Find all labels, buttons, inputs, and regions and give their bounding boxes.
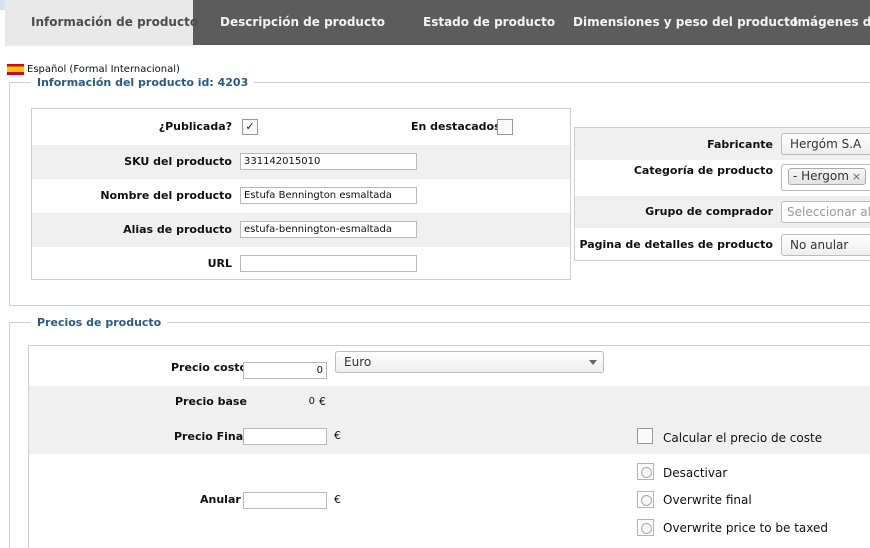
name-row: Nombre del producto Estufa Bennington es… <box>32 179 570 213</box>
buyer-group-select[interactable]: Seleccionar algu <box>781 201 870 223</box>
details-page-select[interactable]: No anular <box>781 234 870 256</box>
tab-product-status[interactable]: Estado de producto <box>423 0 555 45</box>
cost-price-input[interactable]: 0 <box>243 362 327 379</box>
alias-label: Alias de producto <box>123 223 232 236</box>
url-label: URL <box>207 257 232 270</box>
manufacturer-select[interactable]: Hergóm S.A <box>781 133 870 155</box>
final-price-input[interactable] <box>243 428 327 445</box>
override-final-label: Overwrite final <box>663 493 752 507</box>
category-tag-label: - Hergom <box>793 169 849 183</box>
base-price-label: Precio base <box>175 395 247 408</box>
buyer-group-label: Grupo de comprador <box>645 205 773 218</box>
language-label: Español (Formal Internacional) <box>27 64 180 75</box>
category-row: Categoría de producto - Hergom × <box>575 160 870 196</box>
override-final-radio[interactable] <box>637 491 654 508</box>
buyer-group-placeholder: Seleccionar algu <box>787 205 870 219</box>
override-taxed-radio[interactable] <box>637 519 654 536</box>
alias-input[interactable]: estufa-bennington-esmaltada <box>240 221 417 238</box>
category-label: Categoría de producto <box>633 164 773 177</box>
prices-legend: Precios de producto <box>31 316 168 329</box>
final-price-euro: € <box>334 429 341 442</box>
manufacturer-row: Fabricante Hergóm S.A <box>575 128 870 160</box>
url-input[interactable] <box>240 255 417 272</box>
base-price-value: 0 <box>308 396 315 407</box>
cost-price-row: Precio costo 0 Euro <box>29 346 870 386</box>
prices-panel: Precio costo 0 Euro Precio base 0 € Prec… <box>28 345 870 548</box>
base-price-row: Precio base 0 € <box>29 386 870 419</box>
product-name-label: Nombre del producto <box>100 189 232 202</box>
final-price-row: Precio Final € Calcular el precio de cos… <box>29 419 870 454</box>
buyer-group-row: Grupo de comprador Seleccionar algu <box>575 196 870 228</box>
base-price-euro: € <box>319 395 326 408</box>
product-info-panel: ¿Publicada? ✓ En destacados SKU del prod… <box>31 108 571 280</box>
tab-bar: Información de producto Descripción de p… <box>5 0 870 46</box>
manufacturer-label: Fabricante <box>707 138 773 151</box>
chevron-down-icon <box>589 360 597 365</box>
sku-label: SKU del producto <box>124 155 232 168</box>
override-row: Anular € Desactivar Overwrite final Over… <box>29 454 870 548</box>
override-disable-radio[interactable] <box>637 463 654 480</box>
spain-flag-icon <box>7 64 24 75</box>
details-page-value: No anular <box>790 238 849 252</box>
category-tag: - Hergom × <box>788 168 867 185</box>
product-side-panel: Fabricante Hergóm S.A Categoría de produ… <box>574 127 870 261</box>
calc-cost-label: Calcular el precio de coste <box>663 431 823 445</box>
published-row: ¿Publicada? ✓ En destacados <box>32 109 570 145</box>
tab-dimensions-weight[interactable]: Dimensiones y peso del producto <box>573 0 798 45</box>
product-info-legend: Información del producto id: 4203 <box>31 76 255 89</box>
alias-row: Alias de producto estufa-bennington-esma… <box>32 213 570 247</box>
override-input[interactable] <box>243 492 327 509</box>
featured-checkbox[interactable] <box>497 119 513 135</box>
tab-product-description[interactable]: Descripción de producto <box>220 0 385 45</box>
product-name-input[interactable]: Estufa Bennington esmaltada <box>240 187 417 204</box>
override-label: Anular <box>200 493 241 506</box>
language-indicator: Español (Formal Internacional) <box>7 64 180 75</box>
tab-images[interactable]: Imágenes de <box>793 0 870 45</box>
published-checkbox[interactable]: ✓ <box>242 119 258 135</box>
cost-price-label: Precio costo <box>171 361 248 374</box>
calc-cost-checkbox[interactable] <box>637 428 653 444</box>
details-page-row: Pagina de detalles de producto No anular <box>575 228 870 262</box>
override-euro: € <box>334 493 341 506</box>
override-disable-label: Desactivar <box>663 466 728 480</box>
url-row: URL <box>32 247 570 281</box>
sku-row: SKU del producto 331142015010 <box>32 145 570 179</box>
published-label: ¿Publicada? <box>158 120 232 133</box>
category-multiselect[interactable]: - Hergom × <box>781 164 870 191</box>
featured-label: En destacados <box>411 120 501 133</box>
override-taxed-label: Overwrite price to be taxed <box>663 521 828 535</box>
currency-select[interactable]: Euro <box>335 351 604 373</box>
manufacturer-value: Hergóm S.A <box>790 137 862 151</box>
sku-input[interactable]: 331142015010 <box>240 153 417 170</box>
currency-value: Euro <box>344 355 372 369</box>
tab-product-info[interactable]: Información de producto <box>5 0 198 46</box>
details-page-label: Pagina de detalles de producto <box>579 238 773 251</box>
final-price-label: Precio Final <box>174 430 247 443</box>
remove-tag-icon[interactable]: × <box>852 170 861 183</box>
